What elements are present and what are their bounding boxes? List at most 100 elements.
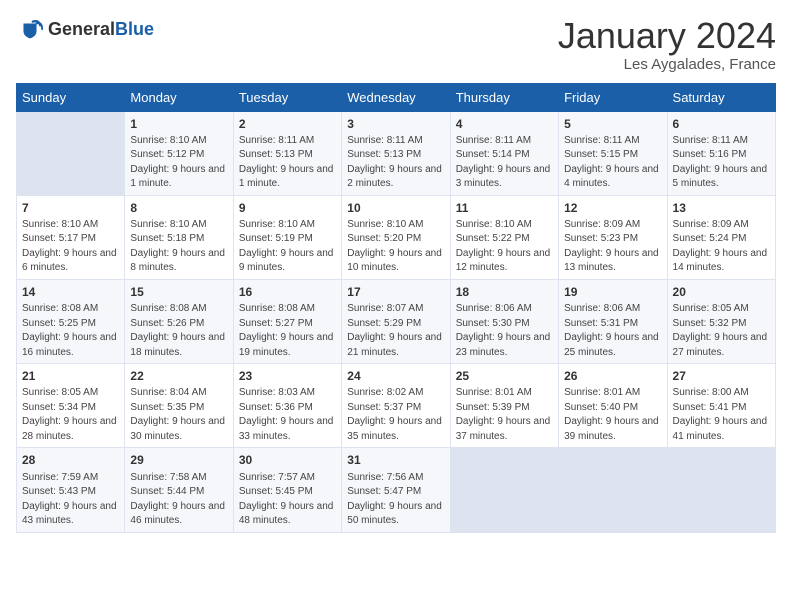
day-info: Sunrise: 8:08 AMSunset: 5:26 PMDaylight:… xyxy=(130,303,225,358)
table-row: 7 Sunrise: 8:10 AMSunset: 5:17 PMDaylight… xyxy=(17,195,125,279)
day-number: 17 xyxy=(347,284,444,300)
logo: GeneralBlue xyxy=(16,16,154,44)
table-row: 31 Sunrise: 7:56 AMSunset: 5:47 PMDayligh… xyxy=(342,448,450,532)
day-info: Sunrise: 8:01 AMSunset: 5:39 PMDaylight:… xyxy=(456,387,551,442)
day-info: Sunrise: 8:08 AMSunset: 5:25 PMDaylight:… xyxy=(22,303,117,358)
day-number: 5 xyxy=(564,116,661,132)
day-info: Sunrise: 8:10 AMSunset: 5:19 PMDaylight:… xyxy=(239,219,334,274)
table-row: 28 Sunrise: 7:59 AMSunset: 5:43 PMDayligh… xyxy=(17,448,125,532)
table-row: 13 Sunrise: 8:09 AMSunset: 5:24 PMDayligh… xyxy=(667,195,775,279)
calendar-header-row: Sunday Monday Tuesday Wednesday Thursday… xyxy=(17,83,776,111)
calendar-table: Sunday Monday Tuesday Wednesday Thursday… xyxy=(16,83,776,533)
day-number: 16 xyxy=(239,284,336,300)
table-row: 18 Sunrise: 8:06 AMSunset: 5:30 PMDayligh… xyxy=(450,279,558,363)
table-row: 9Sunrise: 8:10 AMSunset: 5:19 PMDaylight… xyxy=(233,195,341,279)
day-number: 26 xyxy=(564,368,661,384)
calendar-week-row: 1 Sunrise: 8:10 AMSunset: 5:12 PMDaylight… xyxy=(17,111,776,195)
calendar-week-row: 14 Sunrise: 8:08 AMSunset: 5:25 PMDayligh… xyxy=(17,279,776,363)
header: GeneralBlue January 2024 Les Aygalades, … xyxy=(16,16,776,73)
col-tuesday: Tuesday xyxy=(233,83,341,111)
day-number: 19 xyxy=(564,284,661,300)
day-info: Sunrise: 8:01 AMSunset: 5:40 PMDaylight:… xyxy=(564,387,659,442)
day-info: Sunrise: 7:58 AMSunset: 5:44 PMDaylight:… xyxy=(130,472,225,527)
day-number: 18 xyxy=(456,284,553,300)
col-saturday: Saturday xyxy=(667,83,775,111)
day-info: Sunrise: 8:11 AMSunset: 5:15 PMDaylight:… xyxy=(564,135,659,190)
day-number: 11 xyxy=(456,200,553,216)
table-row: 27 Sunrise: 8:00 AMSunset: 5:41 PMDayligh… xyxy=(667,364,775,448)
day-info: Sunrise: 8:10 AMSunset: 5:17 PMDaylight:… xyxy=(22,219,117,274)
day-info: Sunrise: 8:05 AMSunset: 5:32 PMDaylight:… xyxy=(673,303,768,358)
day-number: 21 xyxy=(22,368,119,384)
table-row xyxy=(667,448,775,532)
day-number: 31 xyxy=(347,452,444,468)
table-row: 19 Sunrise: 8:06 AMSunset: 5:31 PMDayligh… xyxy=(559,279,667,363)
day-info: Sunrise: 7:57 AMSunset: 5:45 PMDaylight:… xyxy=(239,472,334,527)
day-number: 24 xyxy=(347,368,444,384)
table-row: 20 Sunrise: 8:05 AMSunset: 5:32 PMDayligh… xyxy=(667,279,775,363)
day-number: 13 xyxy=(673,200,770,216)
table-row xyxy=(559,448,667,532)
day-info: Sunrise: 8:10 AMSunset: 5:18 PMDaylight:… xyxy=(130,219,225,274)
day-info: Sunrise: 8:00 AMSunset: 5:41 PMDaylight:… xyxy=(673,387,768,442)
day-number: 20 xyxy=(673,284,770,300)
day-number: 28 xyxy=(22,452,119,468)
table-row: 1 Sunrise: 8:10 AMSunset: 5:12 PMDaylight… xyxy=(125,111,233,195)
table-row xyxy=(17,111,125,195)
table-row: 11Sunrise: 8:10 AMSunset: 5:22 PMDayligh… xyxy=(450,195,558,279)
day-number: 30 xyxy=(239,452,336,468)
col-thursday: Thursday xyxy=(450,83,558,111)
calendar-week-row: 28 Sunrise: 7:59 AMSunset: 5:43 PMDayligh… xyxy=(17,448,776,532)
day-info: Sunrise: 8:11 AMSunset: 5:14 PMDaylight:… xyxy=(456,135,551,190)
location: Les Aygalades, France xyxy=(558,56,776,73)
day-info: Sunrise: 8:06 AMSunset: 5:31 PMDaylight:… xyxy=(564,303,659,358)
table-row: 30 Sunrise: 7:57 AMSunset: 5:45 PMDayligh… xyxy=(233,448,341,532)
table-row xyxy=(450,448,558,532)
table-row: 22Sunrise: 8:04 AMSunset: 5:35 PMDayligh… xyxy=(125,364,233,448)
table-row: 8 Sunrise: 8:10 AMSunset: 5:18 PMDaylight… xyxy=(125,195,233,279)
calendar-week-row: 7 Sunrise: 8:10 AMSunset: 5:17 PMDaylight… xyxy=(17,195,776,279)
day-number: 3 xyxy=(347,116,444,132)
table-row: 16 Sunrise: 8:08 AMSunset: 5:27 PMDayligh… xyxy=(233,279,341,363)
day-number: 1 xyxy=(130,116,227,132)
day-number: 12 xyxy=(564,200,661,216)
day-info: Sunrise: 8:02 AMSunset: 5:37 PMDaylight:… xyxy=(347,387,442,442)
day-info: Sunrise: 8:10 AMSunset: 5:12 PMDaylight:… xyxy=(130,135,225,190)
day-info: Sunrise: 7:59 AMSunset: 5:43 PMDaylight:… xyxy=(22,472,117,527)
day-info: Sunrise: 8:08 AMSunset: 5:27 PMDaylight:… xyxy=(239,303,334,358)
day-info: Sunrise: 7:56 AMSunset: 5:47 PMDaylight:… xyxy=(347,472,442,527)
day-number: 4 xyxy=(456,116,553,132)
day-number: 7 xyxy=(22,200,119,216)
day-number: 6 xyxy=(673,116,770,132)
day-info: Sunrise: 8:10 AMSunset: 5:20 PMDaylight:… xyxy=(347,219,442,274)
table-row: 14 Sunrise: 8:08 AMSunset: 5:25 PMDayligh… xyxy=(17,279,125,363)
day-number: 23 xyxy=(239,368,336,384)
day-info: Sunrise: 8:07 AMSunset: 5:29 PMDaylight:… xyxy=(347,303,442,358)
day-info: Sunrise: 8:11 AMSunset: 5:13 PMDaylight:… xyxy=(239,135,334,190)
day-info: Sunrise: 8:03 AMSunset: 5:36 PMDaylight:… xyxy=(239,387,334,442)
table-row: 26 Sunrise: 8:01 AMSunset: 5:40 PMDayligh… xyxy=(559,364,667,448)
logo-icon xyxy=(16,16,44,44)
table-row: 25 Sunrise: 8:01 AMSunset: 5:39 PMDayligh… xyxy=(450,364,558,448)
day-number: 2 xyxy=(239,116,336,132)
table-row: 17 Sunrise: 8:07 AMSunset: 5:29 PMDayligh… xyxy=(342,279,450,363)
day-info: Sunrise: 8:06 AMSunset: 5:30 PMDaylight:… xyxy=(456,303,551,358)
table-row: 4 Sunrise: 8:11 AMSunset: 5:14 PMDaylight… xyxy=(450,111,558,195)
day-info: Sunrise: 8:09 AMSunset: 5:23 PMDaylight:… xyxy=(564,219,659,274)
table-row: 6 Sunrise: 8:11 AMSunset: 5:16 PMDaylight… xyxy=(667,111,775,195)
day-number: 14 xyxy=(22,284,119,300)
table-row: 29Sunrise: 7:58 AMSunset: 5:44 PMDayligh… xyxy=(125,448,233,532)
table-row: 5 Sunrise: 8:11 AMSunset: 5:15 PMDaylight… xyxy=(559,111,667,195)
table-row: 15 Sunrise: 8:08 AMSunset: 5:26 PMDayligh… xyxy=(125,279,233,363)
day-number: 15 xyxy=(130,284,227,300)
day-info: Sunrise: 8:09 AMSunset: 5:24 PMDaylight:… xyxy=(673,219,768,274)
table-row: 10 Sunrise: 8:10 AMSunset: 5:20 PMDayligh… xyxy=(342,195,450,279)
day-number: 25 xyxy=(456,368,553,384)
title-section: January 2024 Les Aygalades, France xyxy=(558,16,776,73)
day-number: 8 xyxy=(130,200,227,216)
col-wednesday: Wednesday xyxy=(342,83,450,111)
day-number: 10 xyxy=(347,200,444,216)
day-info: Sunrise: 8:11 AMSunset: 5:16 PMDaylight:… xyxy=(673,135,768,190)
table-row: 23 Sunrise: 8:03 AMSunset: 5:36 PMDayligh… xyxy=(233,364,341,448)
day-number: 27 xyxy=(673,368,770,384)
